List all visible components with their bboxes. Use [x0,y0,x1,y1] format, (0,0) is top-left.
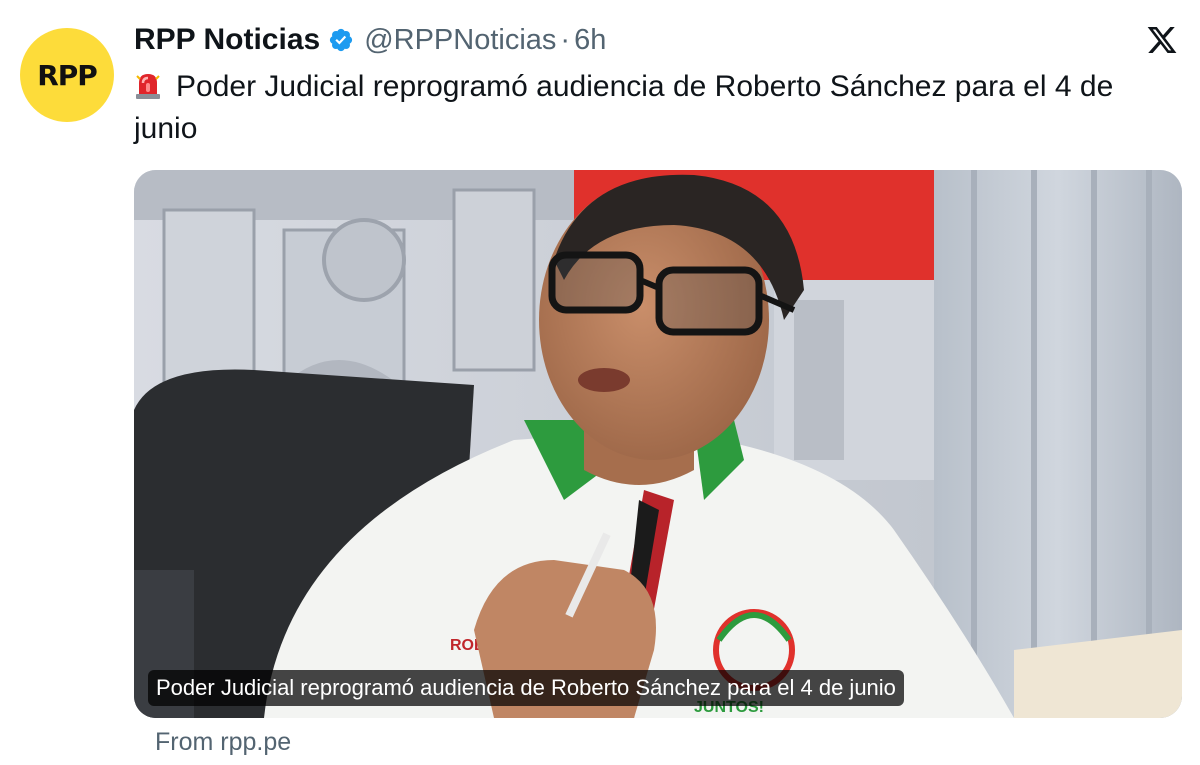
tweet-text: Poder Judicial reprogramó audiencia de R… [134,66,1174,150]
tweet-body-text: Poder Judicial reprogramó audiencia de R… [134,70,1114,145]
rotating-light-icon [136,74,160,99]
display-name[interactable]: RPP Noticias [134,23,320,57]
card-caption: Poder Judicial reprogramó audiencia de R… [148,670,904,706]
user-handle[interactable]: @RPPNoticias [364,24,556,57]
link-source[interactable]: From rpp.pe [155,728,291,757]
avatar-logo-text: RPP [37,58,98,92]
timestamp[interactable]: 6h [574,24,606,57]
verified-badge-icon[interactable] [328,27,354,53]
tweet-header: RPP Noticias @RPPNoticias · 6h [134,20,606,60]
tweet[interactable]: RPP RPP Noticias @RPPNoticias · 6h Poder… [0,0,1200,765]
separator-dot: · [560,23,571,56]
article-photo[interactable]: ROBE PI JUNTOS! [134,170,1182,718]
x-logo-icon[interactable] [1146,24,1178,56]
link-card[interactable]: ROBE PI JUNTOS! Poder Judicial reprogram… [134,170,1182,718]
avatar[interactable]: RPP [20,28,114,122]
